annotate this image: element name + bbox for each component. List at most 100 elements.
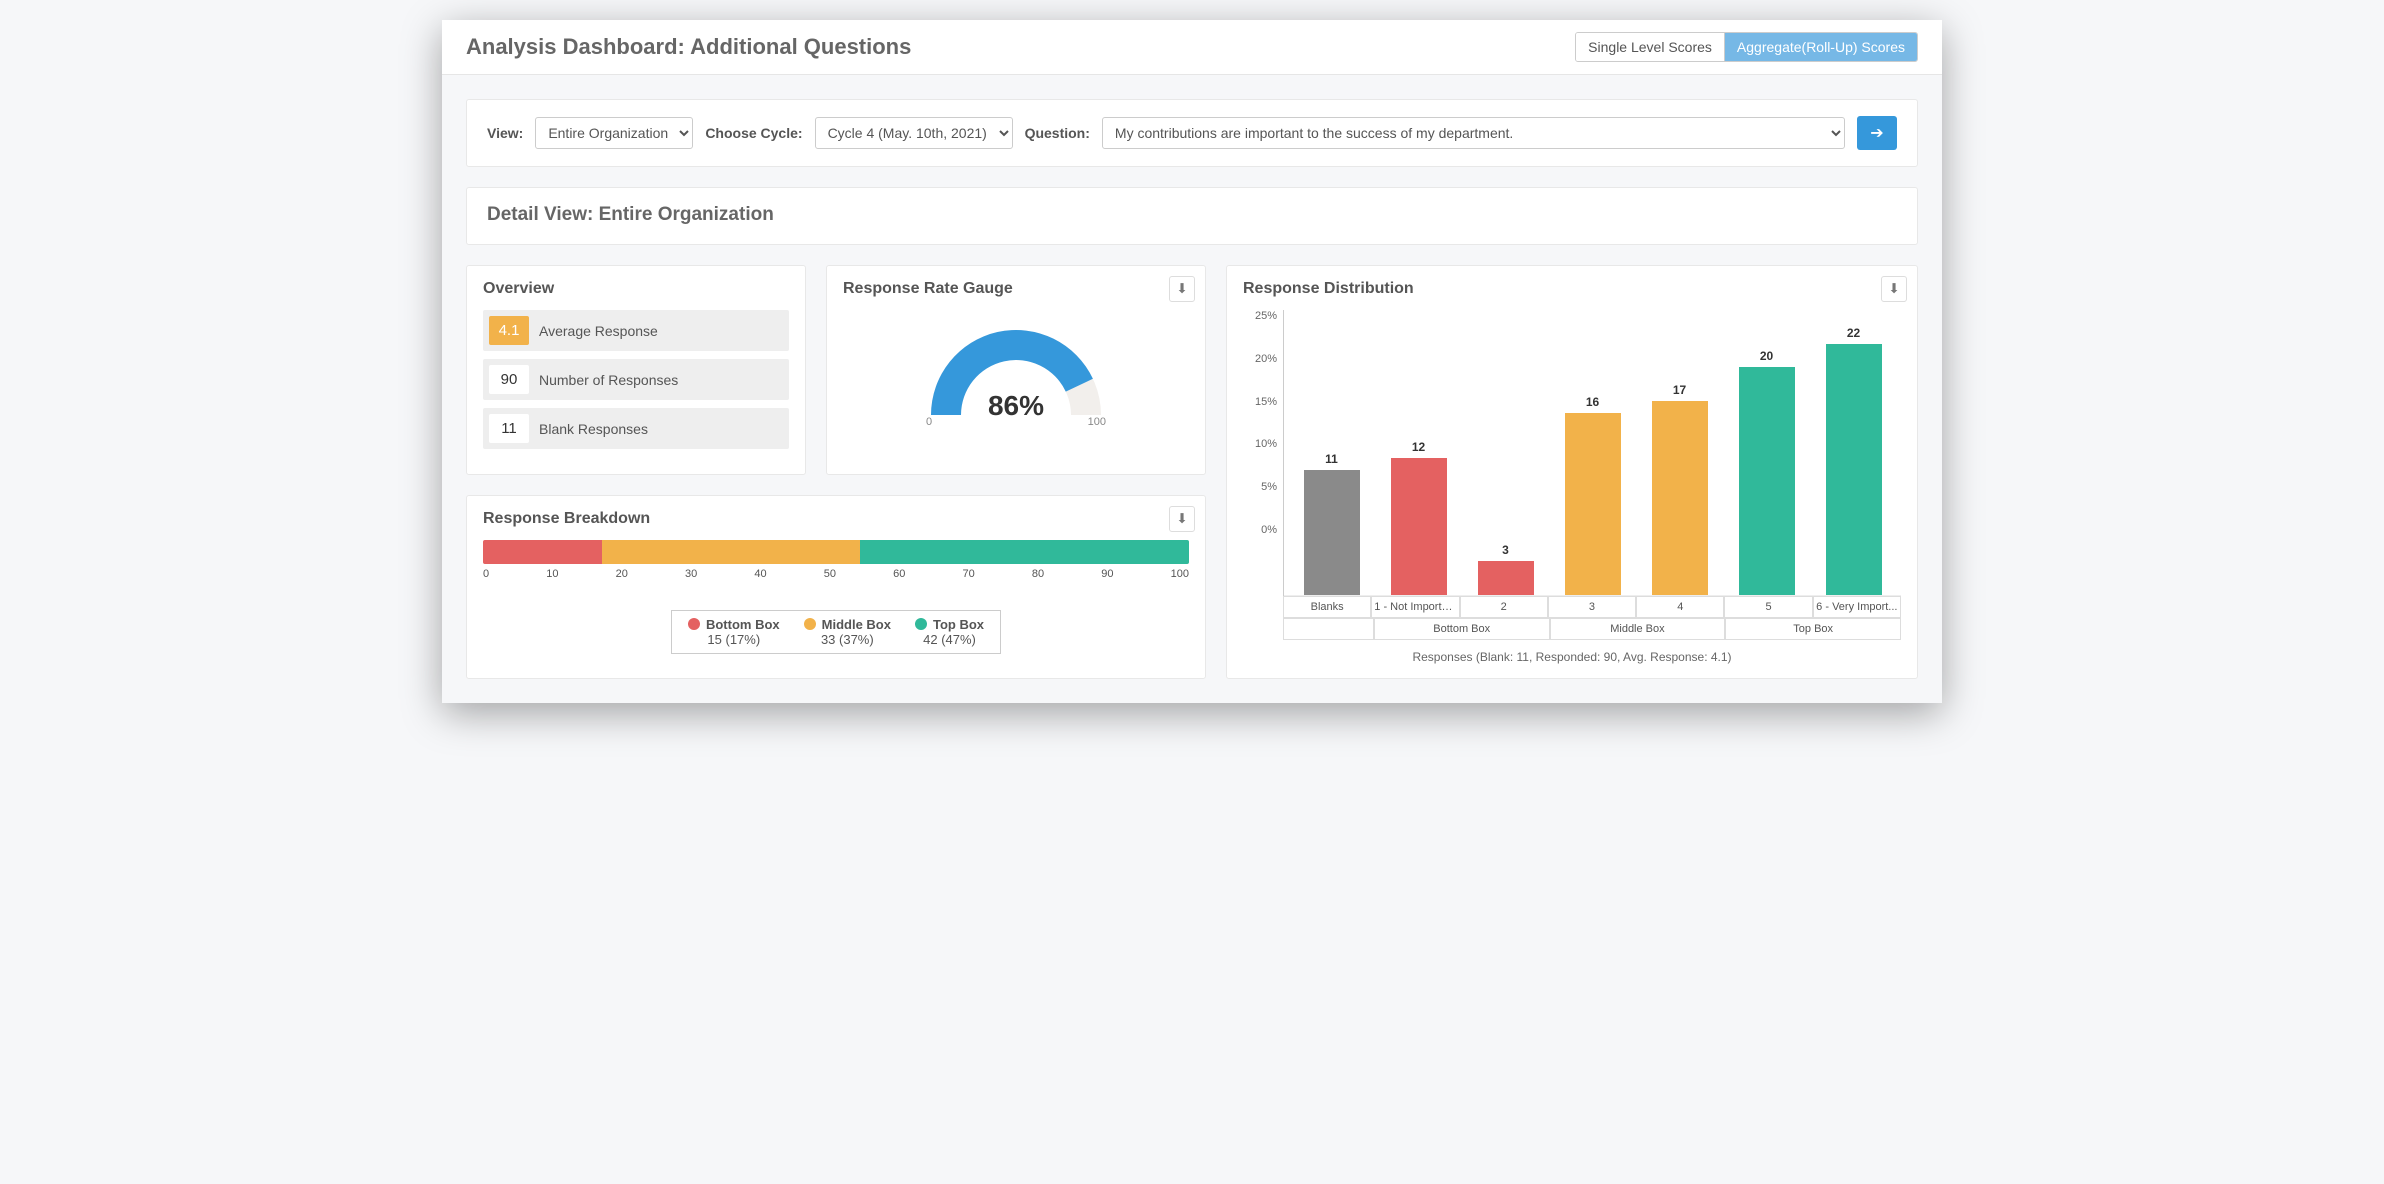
bar-column: 20 <box>1723 310 1810 595</box>
detail-header: Detail View: Entire Organization <box>466 187 1918 245</box>
apply-button[interactable]: ➔ <box>1857 116 1897 150</box>
y-tick: 10% <box>1255 438 1277 450</box>
breakdown-legend: Bottom Box15 (17%) Middle Box33 (37%) Top … <box>483 610 1189 654</box>
overview-row: 11 Blank Responses <box>483 408 789 449</box>
cycle-select[interactable]: Cycle 4 (May. 10th, 2021) <box>815 117 1013 149</box>
axis-tick: 90 <box>1101 568 1113 580</box>
filter-bar: View: Entire Organization Choose Cycle: … <box>466 99 1918 167</box>
x-category: 3 <box>1548 596 1636 618</box>
arrow-right-icon: ➔ <box>1870 123 1883 143</box>
distribution-x-groups: Bottom BoxMiddle BoxTop Box <box>1283 618 1901 640</box>
page-body: View: Entire Organization Choose Cycle: … <box>442 75 1942 703</box>
bar: 3 <box>1478 561 1534 595</box>
download-breakdown-button[interactable]: ⬇ <box>1169 506 1195 532</box>
bar: 11 <box>1304 470 1360 595</box>
overview-value: 90 <box>489 365 529 394</box>
overview-value: 11 <box>489 414 529 443</box>
breakdown-segment <box>602 540 861 564</box>
axis-tick: 40 <box>754 568 766 580</box>
x-category: 6 - Very Import... <box>1813 596 1901 618</box>
x-group <box>1283 618 1374 640</box>
overview-list: 4.1Average Response 90Number of Responses… <box>483 310 789 449</box>
distribution-bars: 1112316172022 <box>1284 310 1901 596</box>
bar-value: 3 <box>1502 543 1509 557</box>
legend-item: Bottom Box15 (17%) <box>688 617 780 647</box>
overview-row: 4.1Average Response <box>483 310 789 351</box>
bar: 22 <box>1826 344 1882 595</box>
x-category: 1 - Not Important <box>1371 596 1459 618</box>
breakdown-segment <box>860 540 1189 564</box>
download-icon: ⬇ <box>1888 281 1899 297</box>
view-label: View: <box>487 125 523 141</box>
gauge-min: 0 <box>926 416 932 428</box>
distribution-x-categories: Blanks1 - Not Important23456 - Very Impo… <box>1283 596 1901 618</box>
download-distribution-button[interactable]: ⬇ <box>1881 276 1907 302</box>
breakdown-legend-box: Bottom Box15 (17%) Middle Box33 (37%) Top … <box>671 610 1001 654</box>
bar-value: 11 <box>1325 452 1338 466</box>
score-mode-tabs: Single Level Scores Aggregate(Roll-Up) S… <box>1575 32 1918 62</box>
overview-label: Average Response <box>539 323 658 339</box>
bar-column: 11 <box>1288 310 1375 595</box>
breakdown-bar <box>483 540 1189 564</box>
gauge-range: 0 100 <box>926 416 1106 428</box>
axis-tick: 20 <box>616 568 628 580</box>
detail-title: Detail View: Entire Organization <box>487 204 1897 226</box>
legend-sub: 33 (37%) <box>821 632 874 647</box>
y-tick: 5% <box>1261 481 1277 493</box>
y-tick: 15% <box>1255 396 1277 408</box>
breakdown-card: ⬇ Response Breakdown 0102030405060708090… <box>466 495 1206 680</box>
legend-label: Top Box <box>933 617 984 632</box>
page-header: Analysis Dashboard: Additional Questions… <box>442 20 1942 75</box>
distribution-plot: 25%20%15%10%5%0% 1112316172022 <box>1243 310 1901 596</box>
distribution-card: ⬇ Response Distribution 25%20%15%10%5%0%… <box>1226 265 1918 679</box>
y-tick: 25% <box>1255 310 1277 322</box>
bar-value: 20 <box>1760 349 1773 363</box>
legend-dot-icon <box>804 618 816 630</box>
bar-column: 12 <box>1375 310 1462 595</box>
distribution-title: Response Distribution <box>1243 280 1901 298</box>
download-icon: ⬇ <box>1176 511 1187 527</box>
bar-column: 17 <box>1636 310 1723 595</box>
breakdown-title: Response Breakdown <box>483 510 1189 528</box>
legend-label: Bottom Box <box>706 617 780 632</box>
x-group: Bottom Box <box>1374 618 1550 640</box>
legend-sub: 42 (47%) <box>923 632 976 647</box>
question-select[interactable]: My contributions are important to the su… <box>1102 117 1845 149</box>
bar: 12 <box>1391 458 1447 595</box>
y-tick: 20% <box>1255 353 1277 365</box>
axis-tick: 0 <box>483 568 489 580</box>
x-group: Top Box <box>1725 618 1901 640</box>
dashboard-root: Analysis Dashboard: Additional Questions… <box>442 20 1942 703</box>
axis-tick: 30 <box>685 568 697 580</box>
tab-aggregate[interactable]: Aggregate(Roll-Up) Scores <box>1724 33 1917 61</box>
bar-column: 16 <box>1549 310 1636 595</box>
bar: 17 <box>1652 401 1708 595</box>
bar: 20 <box>1739 367 1795 595</box>
page-title: Analysis Dashboard: Additional Questions <box>466 34 911 60</box>
x-group: Middle Box <box>1550 618 1726 640</box>
legend-label: Middle Box <box>822 617 891 632</box>
tab-single-level[interactable]: Single Level Scores <box>1576 33 1724 61</box>
bar-column: 3 <box>1462 310 1549 595</box>
download-gauge-button[interactable]: ⬇ <box>1169 276 1195 302</box>
bar-value: 12 <box>1412 440 1425 454</box>
overview-row: 90Number of Responses <box>483 359 789 400</box>
x-category: Blanks <box>1283 596 1371 618</box>
breakdown-axis: 0102030405060708090100 <box>483 568 1189 580</box>
overview-card: Overview 4.1Average Response90Number of … <box>466 265 806 475</box>
overview-label: Blank Responses <box>539 421 648 437</box>
x-category: 5 <box>1724 596 1812 618</box>
axis-tick: 70 <box>963 568 975 580</box>
view-select[interactable]: Entire Organization <box>535 117 693 149</box>
gauge-max: 100 <box>1088 416 1106 428</box>
legend-dot-icon <box>915 618 927 630</box>
bar-value: 16 <box>1586 395 1599 409</box>
legend-item: Top Box42 (47%) <box>915 617 984 647</box>
card-grid: Overview 4.1Average Response90Number of … <box>466 265 1918 679</box>
axis-tick: 50 <box>824 568 836 580</box>
question-wrapper: My contributions are important to the su… <box>1102 117 1845 149</box>
x-category: 2 <box>1460 596 1548 618</box>
bar: 16 <box>1565 413 1621 595</box>
axis-tick: 80 <box>1032 568 1044 580</box>
breakdown-segment <box>483 540 602 564</box>
